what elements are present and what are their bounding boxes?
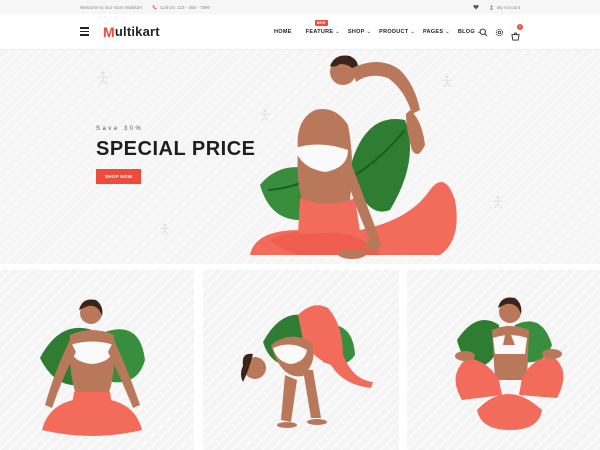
firefly-pose-image [455, 297, 564, 430]
nav-feature[interactable]: NEW FEATURE ⌄ [305, 20, 340, 35]
main-nav: HOME NEW FEATURE ⌄ SHOP ⌄ PRODUCT ⌄ PAGE… [274, 14, 481, 50]
phone-info: Call Us: 123 - 456 - 7890 [152, 5, 210, 10]
nav-shop[interactable]: SHOP ⌄ [348, 29, 371, 35]
logo-initial: M [103, 23, 115, 40]
logo-text: ultikart [114, 24, 160, 39]
hero-title: SPECIAL PRICE [96, 138, 256, 160]
chevron-down-icon: ⌄ [445, 29, 450, 35]
welcome-text: Welcome to Our store Multikart [80, 4, 142, 10]
chevron-down-icon: ⌄ [335, 29, 340, 35]
phone-icon [152, 5, 157, 9]
chevron-down-icon: ⌄ [410, 29, 415, 35]
lotus-pose-image [40, 299, 145, 436]
cart-button[interactable]: 0 [511, 23, 523, 41]
yoga-pose-icon [98, 71, 108, 85]
nav-product[interactable]: PRODUCT ⌄ [379, 29, 415, 35]
nav-home[interactable]: HOME [274, 29, 292, 35]
hero-yoga-image [250, 55, 457, 259]
cart-icon [511, 31, 520, 41]
nav-pages-label: PAGES [422, 29, 444, 35]
nav-shop-label: SHOP [347, 29, 365, 35]
account-text: My Account [496, 4, 520, 10]
hero-text-block: Save 30% SPECIAL PRICE SHOP NOW [96, 126, 256, 184]
nav-feature-label: FEATURE [305, 29, 334, 35]
category-card-1[interactable] [0, 270, 194, 450]
nav-blog-label: BLOG [457, 29, 475, 35]
hero-banner: Save 30% SPECIAL PRICE SHOP NOW [0, 50, 600, 264]
user-icon [489, 5, 494, 9]
search-icon[interactable] [479, 28, 488, 37]
main-header: M ultikart HOME NEW FEATURE ⌄ SHOP ⌄ PRO… [0, 14, 600, 50]
phone-text: Call Us: 123 - 456 - 7890 [159, 4, 210, 10]
hero-subtitle: Save 30% [96, 126, 144, 132]
nav-pages[interactable]: PAGES ⌄ [423, 29, 450, 35]
category-card-2[interactable] [203, 270, 399, 450]
menu-icon[interactable] [80, 27, 89, 36]
product-cards [0, 270, 600, 450]
crow-pose-image [241, 305, 373, 428]
cart-count-badge: 0 [517, 23, 523, 30]
nav-home-label: HOME [274, 29, 292, 35]
nav-product-label: PRODUCT [379, 29, 409, 35]
brand-logo[interactable]: M ultikart [103, 24, 160, 40]
shop-now-button[interactable]: SHOP NOW [96, 169, 142, 184]
nav-blog[interactable]: BLOG ⌄ [458, 29, 482, 35]
new-badge: NEW [314, 20, 328, 26]
my-account-link[interactable]: My Account [489, 5, 520, 10]
yoga-pose-icon [493, 195, 503, 209]
header-icons: 0 [479, 14, 523, 50]
gear-icon[interactable] [495, 28, 504, 37]
chevron-down-icon: ⌄ [366, 29, 372, 35]
topbar-left: Welcome to Our store Multikart Call Us: … [80, 5, 210, 10]
topbar-right: My Account [473, 4, 520, 10]
heart-icon[interactable] [473, 4, 479, 10]
top-bar: Welcome to Our store Multikart Call Us: … [0, 0, 600, 14]
yoga-pose-icon [160, 223, 170, 235]
category-card-3[interactable] [407, 270, 600, 450]
